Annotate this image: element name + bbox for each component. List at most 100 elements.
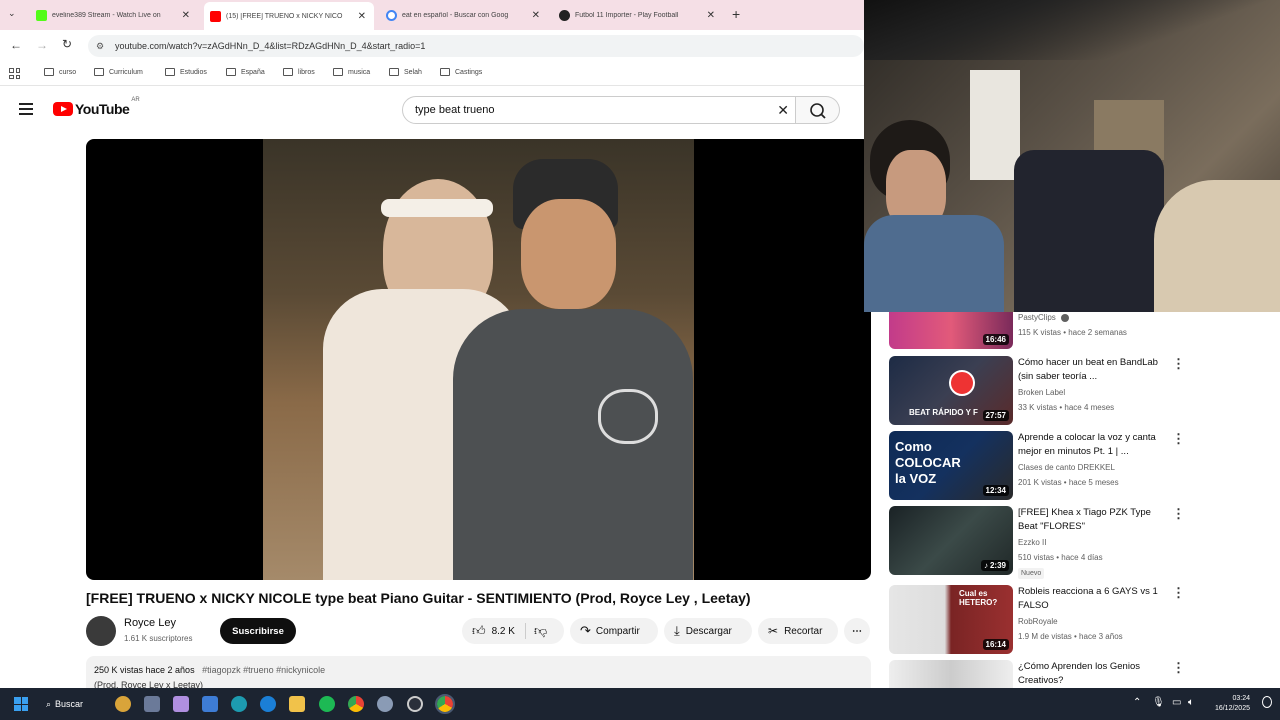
calculator-icon[interactable] — [144, 696, 160, 712]
rec-thumb-text: BEAT RÁPIDO Y F — [909, 408, 978, 417]
widget-icon[interactable] — [115, 696, 131, 712]
bookmark-musica[interactable]: musica — [333, 68, 370, 76]
apps-grid-icon[interactable] — [9, 68, 20, 79]
rec-channel[interactable]: Ezzko II — [1018, 538, 1046, 547]
rec-title[interactable]: Robleis reacciona a 6 GAYS vs 1 FALSO — [1018, 585, 1168, 613]
tray-chevron-icon[interactable]: ⌃ — [1133, 697, 1141, 708]
subscribe-button[interactable]: Suscribirse — [220, 618, 296, 644]
football-favicon-icon — [559, 9, 570, 21]
tab-google-search[interactable]: eat en español - Buscar con Goog ✕ — [380, 4, 548, 26]
rec-more-icon[interactable]: ⋮ — [1172, 586, 1185, 599]
rec-more-icon[interactable]: ⋮ — [1172, 661, 1185, 674]
share-button[interactable]: ↷ Compartir — [570, 618, 658, 644]
close-tab-icon[interactable]: ✕ — [182, 10, 190, 21]
settings-gear-icon[interactable] — [377, 696, 393, 712]
rec-channel[interactable]: Clases de canto DREKKEL — [1018, 463, 1115, 472]
site-info-icon[interactable]: ⚙ — [96, 35, 104, 57]
search-input[interactable]: type beat trueno ✕ — [402, 96, 796, 124]
taskbar-search-label: Buscar — [55, 699, 84, 709]
close-tab-icon[interactable]: ✕ — [707, 10, 715, 21]
hamburger-menu-icon[interactable] — [19, 103, 33, 115]
rec-title[interactable]: [FREE] Khea x Tiago PZK Type Beat "FLORE… — [1018, 506, 1168, 534]
search-button[interactable] — [796, 96, 840, 124]
new-tab-plus-icon[interactable]: + — [732, 6, 740, 22]
rec-thumbnail[interactable]: ♪ 2:39 — [889, 506, 1013, 575]
volume-icon[interactable]: 🔈︎ — [1188, 697, 1194, 708]
new-badge: Nuevo — [1018, 568, 1045, 579]
rec-title[interactable]: ¿Cómo Aprenden los Genios Creativos? — [1018, 660, 1168, 688]
tab-futbol-importer[interactable]: Futbol 11 Importer - Play Football ✕ — [553, 4, 723, 26]
man-face — [521, 199, 616, 309]
edge-icon[interactable] — [260, 696, 276, 712]
rec-more-icon[interactable]: ⋮ — [1172, 507, 1185, 520]
back-arrow-icon[interactable]: ← — [10, 38, 22, 52]
tab-kick-stream[interactable]: eveline389 Stream - Watch Live on ✕ — [30, 4, 198, 26]
thumbs-up-icon[interactable]: 👍︎ — [472, 623, 486, 639]
bookmark-curso[interactable]: curso — [44, 68, 76, 76]
rec-thumbnail[interactable]: BEAT RÁPIDO Y F 27:57 — [889, 356, 1013, 425]
description-tags[interactable]: #tiagopzk #trueno #nickynicole — [202, 665, 325, 675]
file-explorer-icon[interactable] — [289, 696, 305, 712]
address-bar[interactable]: ⚙ youtube.com/watch?v=zAGdHNn_D_4&list=R… — [88, 35, 864, 57]
folder-icon — [94, 68, 104, 76]
rec-thumbnail[interactable]: Cual es HETERO? 16:14 — [889, 585, 1013, 654]
gaming-chair — [1014, 150, 1164, 312]
rec-title[interactable]: Aprende a colocar la voz y canta mejor e… — [1018, 431, 1168, 459]
clip-button[interactable]: ✂ Recortar — [758, 618, 838, 644]
rec-stats: 510 vistas • hace 4 días — [1018, 553, 1103, 562]
folder-icon — [44, 68, 54, 76]
spotify-icon[interactable] — [319, 696, 335, 712]
rec-thumbnail[interactable] — [889, 660, 1013, 688]
clock[interactable]: 03:24 16/12/2025 — [1206, 694, 1250, 714]
microphone-icon[interactable]: 🎙︎ — [1152, 697, 1165, 708]
folder-icon — [226, 68, 236, 76]
bookmark-curriculum[interactable]: Curriculum — [94, 68, 143, 76]
channel-name[interactable]: Royce Ley — [124, 617, 176, 629]
video-player[interactable] — [86, 139, 871, 580]
download-button[interactable]: ⤓ Descargar — [664, 618, 752, 644]
rec-channel-row[interactable]: PastyClips — [1018, 313, 1070, 322]
clear-search-icon[interactable]: ✕ — [777, 97, 789, 123]
bookmarks-bar: curso Curriculum Estudios España libros … — [0, 62, 864, 86]
close-tab-icon[interactable]: ✕ — [532, 10, 540, 21]
rec-channel[interactable]: RobRoyale — [1018, 617, 1058, 626]
taskbar-search[interactable]: ⌕ Buscar — [46, 694, 108, 714]
bookmark-label: Castings — [455, 68, 483, 76]
like-count[interactable]: 8.2 K — [492, 626, 515, 637]
divider — [524, 623, 526, 639]
more-actions-icon[interactable]: ⋯ — [844, 618, 870, 644]
bookmark-estudios[interactable]: Estudios — [165, 68, 207, 76]
app-icon[interactable] — [173, 696, 189, 712]
forward-arrow-icon[interactable]: → — [36, 38, 48, 52]
youtube-logo[interactable]: YouTube AR — [53, 97, 140, 117]
close-tab-icon[interactable]: ✕ — [358, 11, 366, 22]
channel-avatar[interactable] — [86, 616, 116, 646]
network-icon[interactable]: ▭ — [1172, 697, 1181, 708]
rec-more-icon[interactable]: ⋮ — [1172, 357, 1185, 370]
rec-thumbnail[interactable]: Como COLOCAR la VOZ 12:34 — [889, 431, 1013, 500]
bookmark-selah[interactable]: Selah — [389, 68, 422, 76]
chrome-active-icon[interactable] — [435, 694, 455, 714]
obs-icon[interactable] — [407, 696, 423, 712]
rec-more-icon[interactable]: ⋮ — [1172, 432, 1185, 445]
reload-icon[interactable]: ↻ — [62, 37, 72, 51]
windows-start-icon[interactable] — [14, 697, 28, 711]
clock-date: 16/12/2025 — [1214, 705, 1250, 712]
bookmark-castings[interactable]: Castings — [440, 68, 482, 76]
notification-bell-icon[interactable] — [1262, 696, 1272, 708]
tab-youtube-active[interactable]: (15) [FREE] TRUENO x NICKY NICO ✕ — [204, 2, 374, 30]
bookmark-espana[interactable]: España — [226, 68, 265, 76]
browser-icon[interactable] — [231, 696, 247, 712]
chrome-icon[interactable] — [348, 696, 364, 712]
bookmark-libros[interactable]: libros — [283, 68, 315, 76]
bookmark-label: Selah — [404, 68, 422, 76]
youtube-header: YouTube AR type beat trueno ✕ — [0, 86, 864, 134]
notes-icon[interactable] — [202, 696, 218, 712]
rec-thumbnail[interactable]: 16:46 — [889, 312, 1013, 349]
share-label: Compartir — [595, 625, 640, 637]
rec-title[interactable]: Cómo hacer un beat en BandLab (sin saber… — [1018, 356, 1168, 384]
rec-channel[interactable]: Broken Label — [1018, 388, 1065, 397]
tab-list-chevron-icon[interactable]: ⌄ — [8, 8, 16, 19]
thumbs-down-icon[interactable]: 👎︎ — [534, 623, 547, 639]
rec-channel: PastyClips — [1018, 313, 1056, 322]
